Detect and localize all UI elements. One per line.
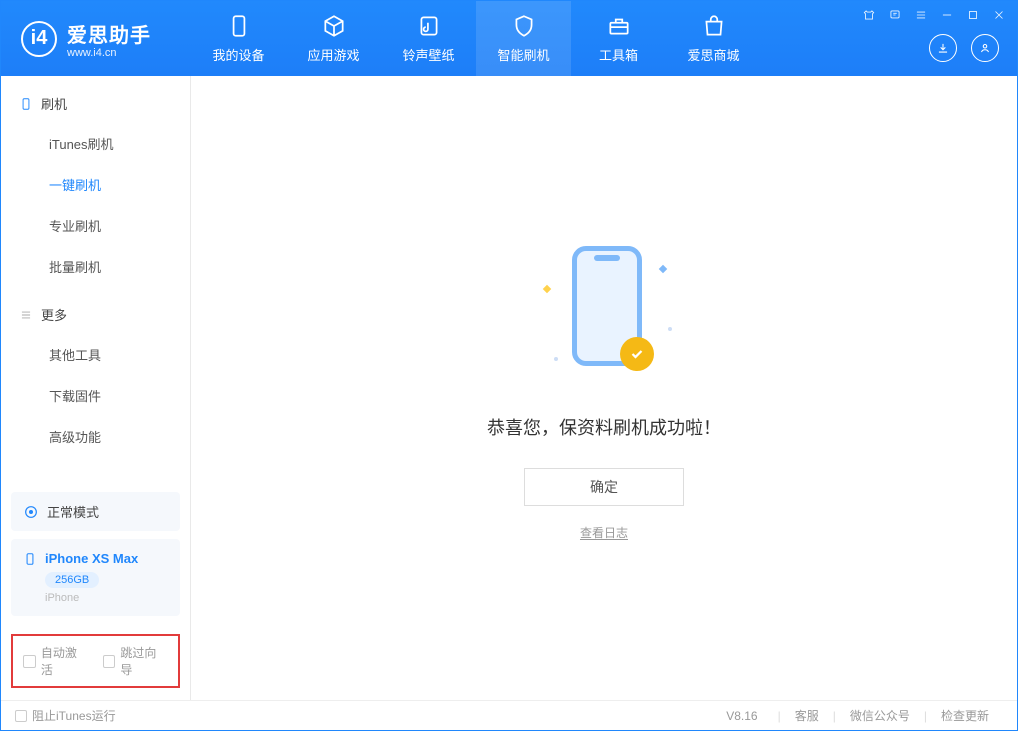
sidebar-section-more: 更多 bbox=[1, 287, 190, 334]
header-actions bbox=[929, 34, 999, 62]
tab-flash[interactable]: 智能刷机 bbox=[476, 1, 571, 76]
view-log-link[interactable]: 查看日志 bbox=[580, 524, 628, 541]
flash-options-highlight: 自动激活 跳过向导 bbox=[11, 634, 180, 688]
footer-link-wechat[interactable]: 微信公众号 bbox=[836, 707, 924, 724]
footer-link-update[interactable]: 检查更新 bbox=[927, 707, 1003, 724]
checkbox-icon bbox=[23, 655, 36, 668]
checkmark-badge-icon bbox=[620, 337, 654, 371]
sidebar-item-advanced[interactable]: 高级功能 bbox=[1, 416, 190, 457]
tab-label: 智能刷机 bbox=[497, 45, 549, 64]
sidebar-item-itunes-flash[interactable]: iTunes刷机 bbox=[1, 123, 190, 164]
maximize-button[interactable] bbox=[965, 7, 981, 23]
version-label: V8.16 bbox=[726, 709, 757, 723]
app-title: 爱思助手 bbox=[67, 19, 151, 48]
music-icon bbox=[416, 13, 442, 39]
device-mode-label: 正常模式 bbox=[47, 502, 99, 521]
bag-icon bbox=[701, 13, 727, 39]
tab-tools[interactable]: 工具箱 bbox=[571, 1, 666, 76]
success-message: 恭喜您，保资料刷机成功啦！ bbox=[487, 414, 721, 440]
tab-store[interactable]: 爱思商城 bbox=[666, 1, 761, 76]
success-illustration bbox=[524, 236, 684, 386]
checkbox-block-itunes[interactable]: 阻止iTunes运行 bbox=[15, 707, 116, 724]
checkbox-icon bbox=[103, 655, 116, 668]
user-button[interactable] bbox=[971, 34, 999, 62]
main-tabs: 我的设备 应用游戏 铃声壁纸 智能刷机 工具箱 爱思商城 bbox=[191, 1, 761, 76]
tab-label: 爱思商城 bbox=[687, 45, 739, 64]
sidebar: 刷机 iTunes刷机 一键刷机 专业刷机 批量刷机 更多 其他工具 下载固件 … bbox=[1, 76, 191, 700]
tab-device[interactable]: 我的设备 bbox=[191, 1, 286, 76]
sidebar-item-other-tools[interactable]: 其他工具 bbox=[1, 334, 190, 375]
app-subtitle: www.i4.cn bbox=[67, 47, 151, 59]
checkbox-skip-guide[interactable]: 跳过向导 bbox=[103, 644, 169, 678]
logo-icon: i4 bbox=[21, 21, 57, 57]
device-info-box[interactable]: iPhone XS Max 256GB iPhone bbox=[11, 539, 180, 616]
tab-label: 我的设备 bbox=[212, 45, 264, 64]
checkbox-auto-activate[interactable]: 自动激活 bbox=[23, 644, 89, 678]
main-content: 恭喜您，保资料刷机成功啦！ 确定 查看日志 bbox=[191, 76, 1017, 700]
sidebar-item-batch-flash[interactable]: 批量刷机 bbox=[1, 246, 190, 287]
confirm-button[interactable]: 确定 bbox=[524, 468, 684, 506]
phone-icon bbox=[226, 13, 252, 39]
tab-apps[interactable]: 应用游戏 bbox=[286, 1, 381, 76]
shield-icon bbox=[511, 13, 537, 39]
sidebar-item-pro-flash[interactable]: 专业刷机 bbox=[1, 205, 190, 246]
window-controls bbox=[861, 7, 1007, 23]
footer-link-support[interactable]: 客服 bbox=[781, 707, 833, 724]
device-storage-badge: 256GB bbox=[45, 572, 99, 588]
sidebar-item-download-fw[interactable]: 下载固件 bbox=[1, 375, 190, 416]
device-type: iPhone bbox=[45, 592, 168, 604]
device-mode-box[interactable]: 正常模式 bbox=[11, 492, 180, 531]
logo[interactable]: i4 爱思助手 www.i4.cn bbox=[1, 19, 191, 59]
app-header: i4 爱思助手 www.i4.cn 我的设备 应用游戏 铃声壁纸 智能刷机 工具… bbox=[1, 1, 1017, 76]
tab-ring[interactable]: 铃声壁纸 bbox=[381, 1, 476, 76]
toolbox-icon bbox=[606, 13, 632, 39]
sidebar-item-oneclick-flash[interactable]: 一键刷机 bbox=[1, 164, 190, 205]
device-name: iPhone XS Max bbox=[23, 551, 168, 566]
close-button[interactable] bbox=[991, 7, 1007, 23]
download-button[interactable] bbox=[929, 34, 957, 62]
cube-icon bbox=[321, 13, 347, 39]
checkbox-icon bbox=[15, 710, 27, 722]
tab-label: 应用游戏 bbox=[307, 45, 359, 64]
tab-label: 工具箱 bbox=[599, 45, 638, 64]
minimize-button[interactable] bbox=[939, 7, 955, 23]
tab-label: 铃声壁纸 bbox=[402, 45, 454, 64]
feedback-icon[interactable] bbox=[887, 7, 903, 23]
sidebar-section-flash: 刷机 bbox=[1, 76, 190, 123]
menu-icon[interactable] bbox=[913, 7, 929, 23]
status-bar: 阻止iTunes运行 V8.16 | 客服 | 微信公众号 | 检查更新 bbox=[1, 700, 1017, 730]
tshirt-icon[interactable] bbox=[861, 7, 877, 23]
